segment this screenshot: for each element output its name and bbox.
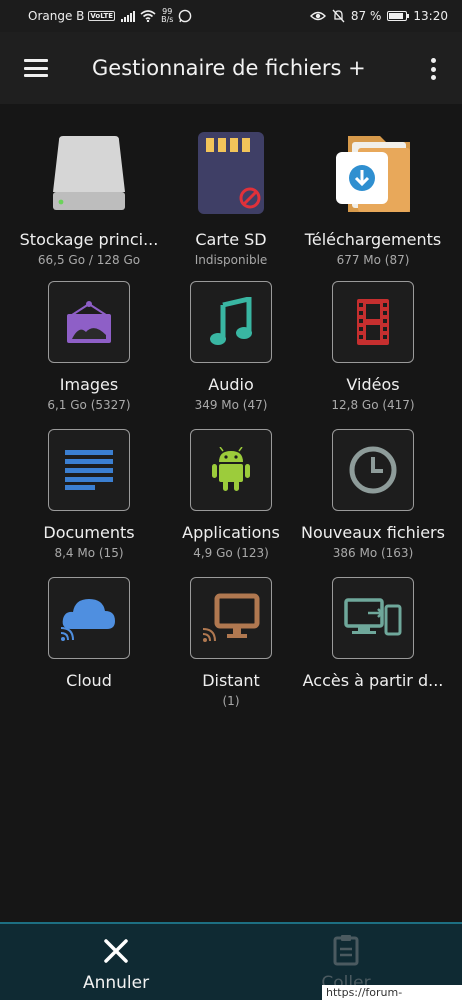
tile-label: Images	[59, 375, 119, 394]
tile-applications[interactable]: Applications 4,9 Go (123)	[154, 429, 308, 560]
tile-documents[interactable]: Documents 8,4 Mo (15)	[12, 429, 166, 560]
app-bar: Gestionnaire de fichiers +	[0, 32, 462, 104]
tile-label: Applications	[182, 523, 280, 542]
more-options-icon[interactable]	[426, 58, 440, 80]
menu-icon[interactable]	[24, 59, 48, 77]
cloud-icon	[48, 577, 130, 659]
network-speed: 99 B/s	[161, 8, 173, 24]
film-icon	[332, 281, 414, 363]
wifi-icon	[140, 10, 156, 22]
tile-images[interactable]: Images 6,1 Go (5327)	[12, 281, 166, 412]
volte-badge: VoLTE	[88, 11, 116, 21]
battery-percent: 87 %	[350, 9, 382, 23]
device-transfer-icon	[332, 577, 414, 659]
cancel-button[interactable]: Annuler	[56, 924, 176, 1000]
music-note-icon	[190, 281, 272, 363]
whatsapp-icon	[179, 9, 192, 23]
cancel-label: Annuler	[82, 973, 150, 993]
tile-label: Nouveaux fichiers	[301, 523, 445, 542]
android-icon	[190, 429, 272, 511]
clipboard-icon	[333, 935, 359, 966]
battery-icon	[387, 11, 410, 21]
tile-subtitle: 677 Mo (87)	[336, 253, 410, 267]
tile-subtitle: 4,9 Go (123)	[193, 546, 269, 560]
image-icon	[48, 281, 130, 363]
tile-audio[interactable]: Audio 349 Mo (47)	[154, 281, 308, 412]
page-title: Gestionnaire de fichiers +	[92, 56, 366, 80]
tile-label: Audio	[208, 375, 254, 394]
tile-subtitle: 6,1 Go (5327)	[47, 398, 131, 412]
tile-subtitle: Indisponible	[194, 253, 268, 267]
eye-icon	[309, 11, 326, 21]
tile-cloud[interactable]: Cloud	[12, 577, 166, 694]
tile-downloads[interactable]: Téléchargements 677 Mo (87)	[296, 128, 450, 267]
signal-icon	[121, 10, 136, 22]
clock-icon	[332, 429, 414, 511]
tile-main-storage[interactable]: Stockage princi... 66,5 Go / 128 Go	[12, 128, 166, 267]
tile-subtitle: 386 Mo (163)	[332, 546, 414, 560]
remote-monitor-icon	[190, 577, 272, 659]
tile-label: Vidéos	[346, 375, 400, 394]
tile-label: Stockage princi...	[19, 230, 159, 249]
tile-remote[interactable]: Distant (1)	[154, 577, 308, 708]
network-speed-unit: B/s	[161, 15, 174, 24]
tile-label: Téléchargements	[304, 230, 442, 249]
sd-card-icon	[186, 128, 276, 218]
tile-label: Distant	[202, 671, 260, 690]
tile-label: Accès à partir d...	[302, 671, 444, 690]
tile-subtitle: (1)	[222, 694, 240, 708]
tile-subtitle: 349 Mo (47)	[194, 398, 268, 412]
tile-subtitle: 66,5 Go / 128 Go	[37, 253, 141, 267]
status-bar: Orange B VoLTE 99 B/s 87 % 13:20	[0, 0, 462, 32]
tile-label: Cloud	[66, 671, 112, 690]
tile-label: Carte SD	[195, 230, 267, 249]
tile-new-files[interactable]: Nouveaux fichiers 386 Mo (163)	[296, 429, 450, 560]
watermark: https://forum-huawei.com	[322, 985, 462, 1000]
mute-bell-icon	[332, 9, 345, 23]
tile-access-from-device[interactable]: Accès à partir d...	[296, 577, 450, 694]
close-icon	[104, 939, 128, 963]
carrier-name: Orange B	[28, 9, 85, 23]
tile-subtitle: 8,4 Mo (15)	[54, 546, 124, 560]
hard-drive-icon	[44, 128, 134, 218]
downloads-folder-icon	[328, 128, 418, 218]
tile-videos[interactable]: Vidéos 12,8 Go (417)	[296, 281, 450, 412]
document-icon	[48, 429, 130, 511]
tile-subtitle: 12,8 Go (417)	[331, 398, 415, 412]
tile-sd-card[interactable]: Carte SD Indisponible	[154, 128, 308, 267]
tile-label: Documents	[43, 523, 135, 542]
clock-time: 13:20	[413, 9, 448, 23]
